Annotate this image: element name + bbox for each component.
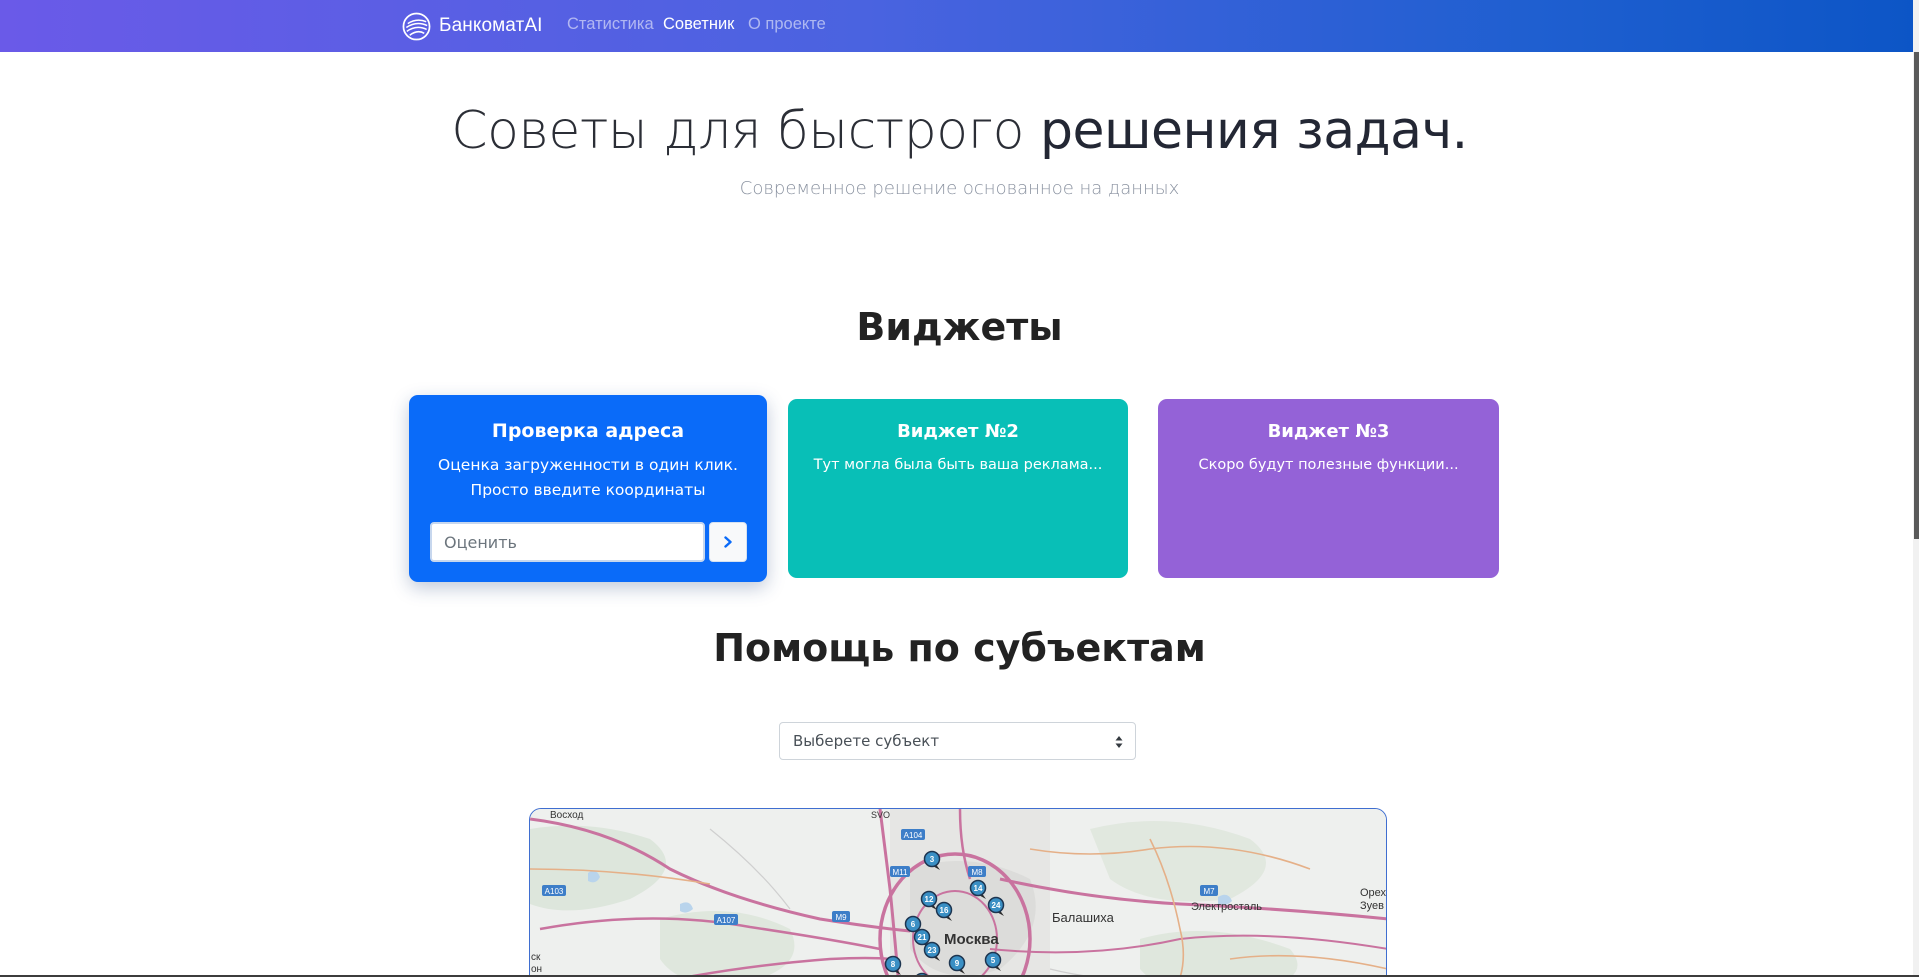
atm-marker-label: 24 — [992, 901, 1001, 910]
atm-marker-label: 23 — [928, 946, 937, 955]
map-label-orekhovo: Зуев — [1360, 900, 1384, 912]
submit-address-button[interactable] — [709, 522, 747, 562]
widget-2-card[interactable]: Виджет №2 Тут могла была быть ваша рекла… — [788, 399, 1128, 578]
brand[interactable]: БанкоматAI — [402, 11, 543, 41]
chevron-right-icon — [724, 536, 732, 548]
atm-marker-label: 8 — [891, 960, 896, 969]
svg-text:А103: А103 — [545, 887, 564, 896]
road-badge: М11 — [890, 866, 910, 877]
card-title: Виджет №2 — [897, 421, 1019, 442]
svg-text:М9: М9 — [835, 913, 847, 922]
top-navbar: БанкоматAI Статистика Советник О проекте — [0, 0, 1919, 52]
svg-text:М8: М8 — [971, 868, 983, 877]
map-label-partial: ск — [531, 952, 541, 963]
svg-text:М11: М11 — [893, 868, 909, 877]
select-updown-icon — [1115, 736, 1123, 748]
map-label-voskhod: Восход — [550, 810, 584, 821]
scrollbar-thumb[interactable] — [1914, 52, 1919, 539]
atm-marker-label: 9 — [955, 959, 960, 968]
atm-marker-label: 21 — [918, 933, 927, 942]
card-title: Виджет №3 — [1267, 421, 1390, 442]
atm-marker-label: 5 — [991, 956, 996, 965]
atm-marker-label: 12 — [925, 895, 934, 904]
nav-link-advisor[interactable]: Советник — [663, 15, 734, 34]
brand-name: БанкоматAI — [439, 15, 543, 36]
atm-marker-label: 14 — [974, 884, 983, 893]
road-badge: А104 — [901, 829, 925, 840]
map-label-svo: SVO — [871, 810, 891, 820]
coordinates-input[interactable] — [430, 522, 705, 562]
road-badge: А107 — [714, 914, 738, 925]
widgets-section-title: Виджеты — [856, 305, 1063, 349]
road-badge: А103 — [542, 885, 566, 896]
hero-subtitle: Современное решение основанное на данных — [739, 178, 1180, 199]
subject-select[interactable]: Выберете субъект — [779, 722, 1136, 760]
nav-link-about[interactable]: О проекте — [748, 15, 826, 34]
atm-marker-label: 16 — [940, 906, 949, 915]
card-description-line: Оценка загруженности в один клик. — [438, 456, 738, 474]
atm-map[interactable]: А104 М11 М8 А103 А107 М9 М7 3 14 12 24 16 6 21… — [529, 808, 1387, 977]
hero-title-strong: решения задач. — [1039, 101, 1468, 161]
map-label-balashikha: Балашиха — [1052, 910, 1114, 925]
map-label-moscow: Москва — [944, 931, 999, 948]
svg-text:А104: А104 — [904, 831, 923, 840]
card-title: Проверка адреса — [491, 420, 685, 442]
nav-link-statistics[interactable]: Статистика — [567, 15, 654, 34]
card-description: Тут могла была быть ваша реклама... — [813, 457, 1103, 473]
subjects-section-title: Помощь по субъектам — [713, 626, 1206, 670]
address-check-card: Проверка адреса Оценка загруженности в о… — [409, 395, 767, 582]
atm-marker-label: 6 — [911, 920, 916, 929]
road-badge: М7 — [1200, 885, 1218, 896]
map-label-orekhovo: Орех — [1360, 887, 1387, 899]
card-description: Оценка загруженности в один клик. Просто… — [409, 453, 767, 503]
card-description: Скоро будут полезные функции... — [1198, 457, 1459, 473]
subject-select-value: Выберете субъект — [793, 732, 940, 750]
hero-title-light: Советы для быстрого — [451, 101, 1040, 161]
atm-marker-label: 3 — [930, 855, 935, 864]
hero-title: Советы для быстрого решения задач. — [0, 101, 1919, 161]
map-label-elektrostal: Электросталь — [1191, 901, 1262, 913]
map-canvas: А104 М11 М8 А103 А107 М9 М7 3 14 12 24 16 621… — [530, 809, 1386, 977]
svg-text:М7: М7 — [1203, 887, 1215, 896]
svg-text:А107: А107 — [717, 916, 736, 925]
card-description-line: Просто введите координаты — [470, 481, 706, 499]
widget-3-card[interactable]: Виджет №3 Скоро будут полезные функции..… — [1158, 399, 1499, 578]
road-badge: М8 — [968, 866, 986, 877]
map-label-partial: он — [531, 964, 543, 975]
road-badge: М9 — [832, 911, 850, 922]
bank-globe-logo-icon — [402, 12, 431, 40]
